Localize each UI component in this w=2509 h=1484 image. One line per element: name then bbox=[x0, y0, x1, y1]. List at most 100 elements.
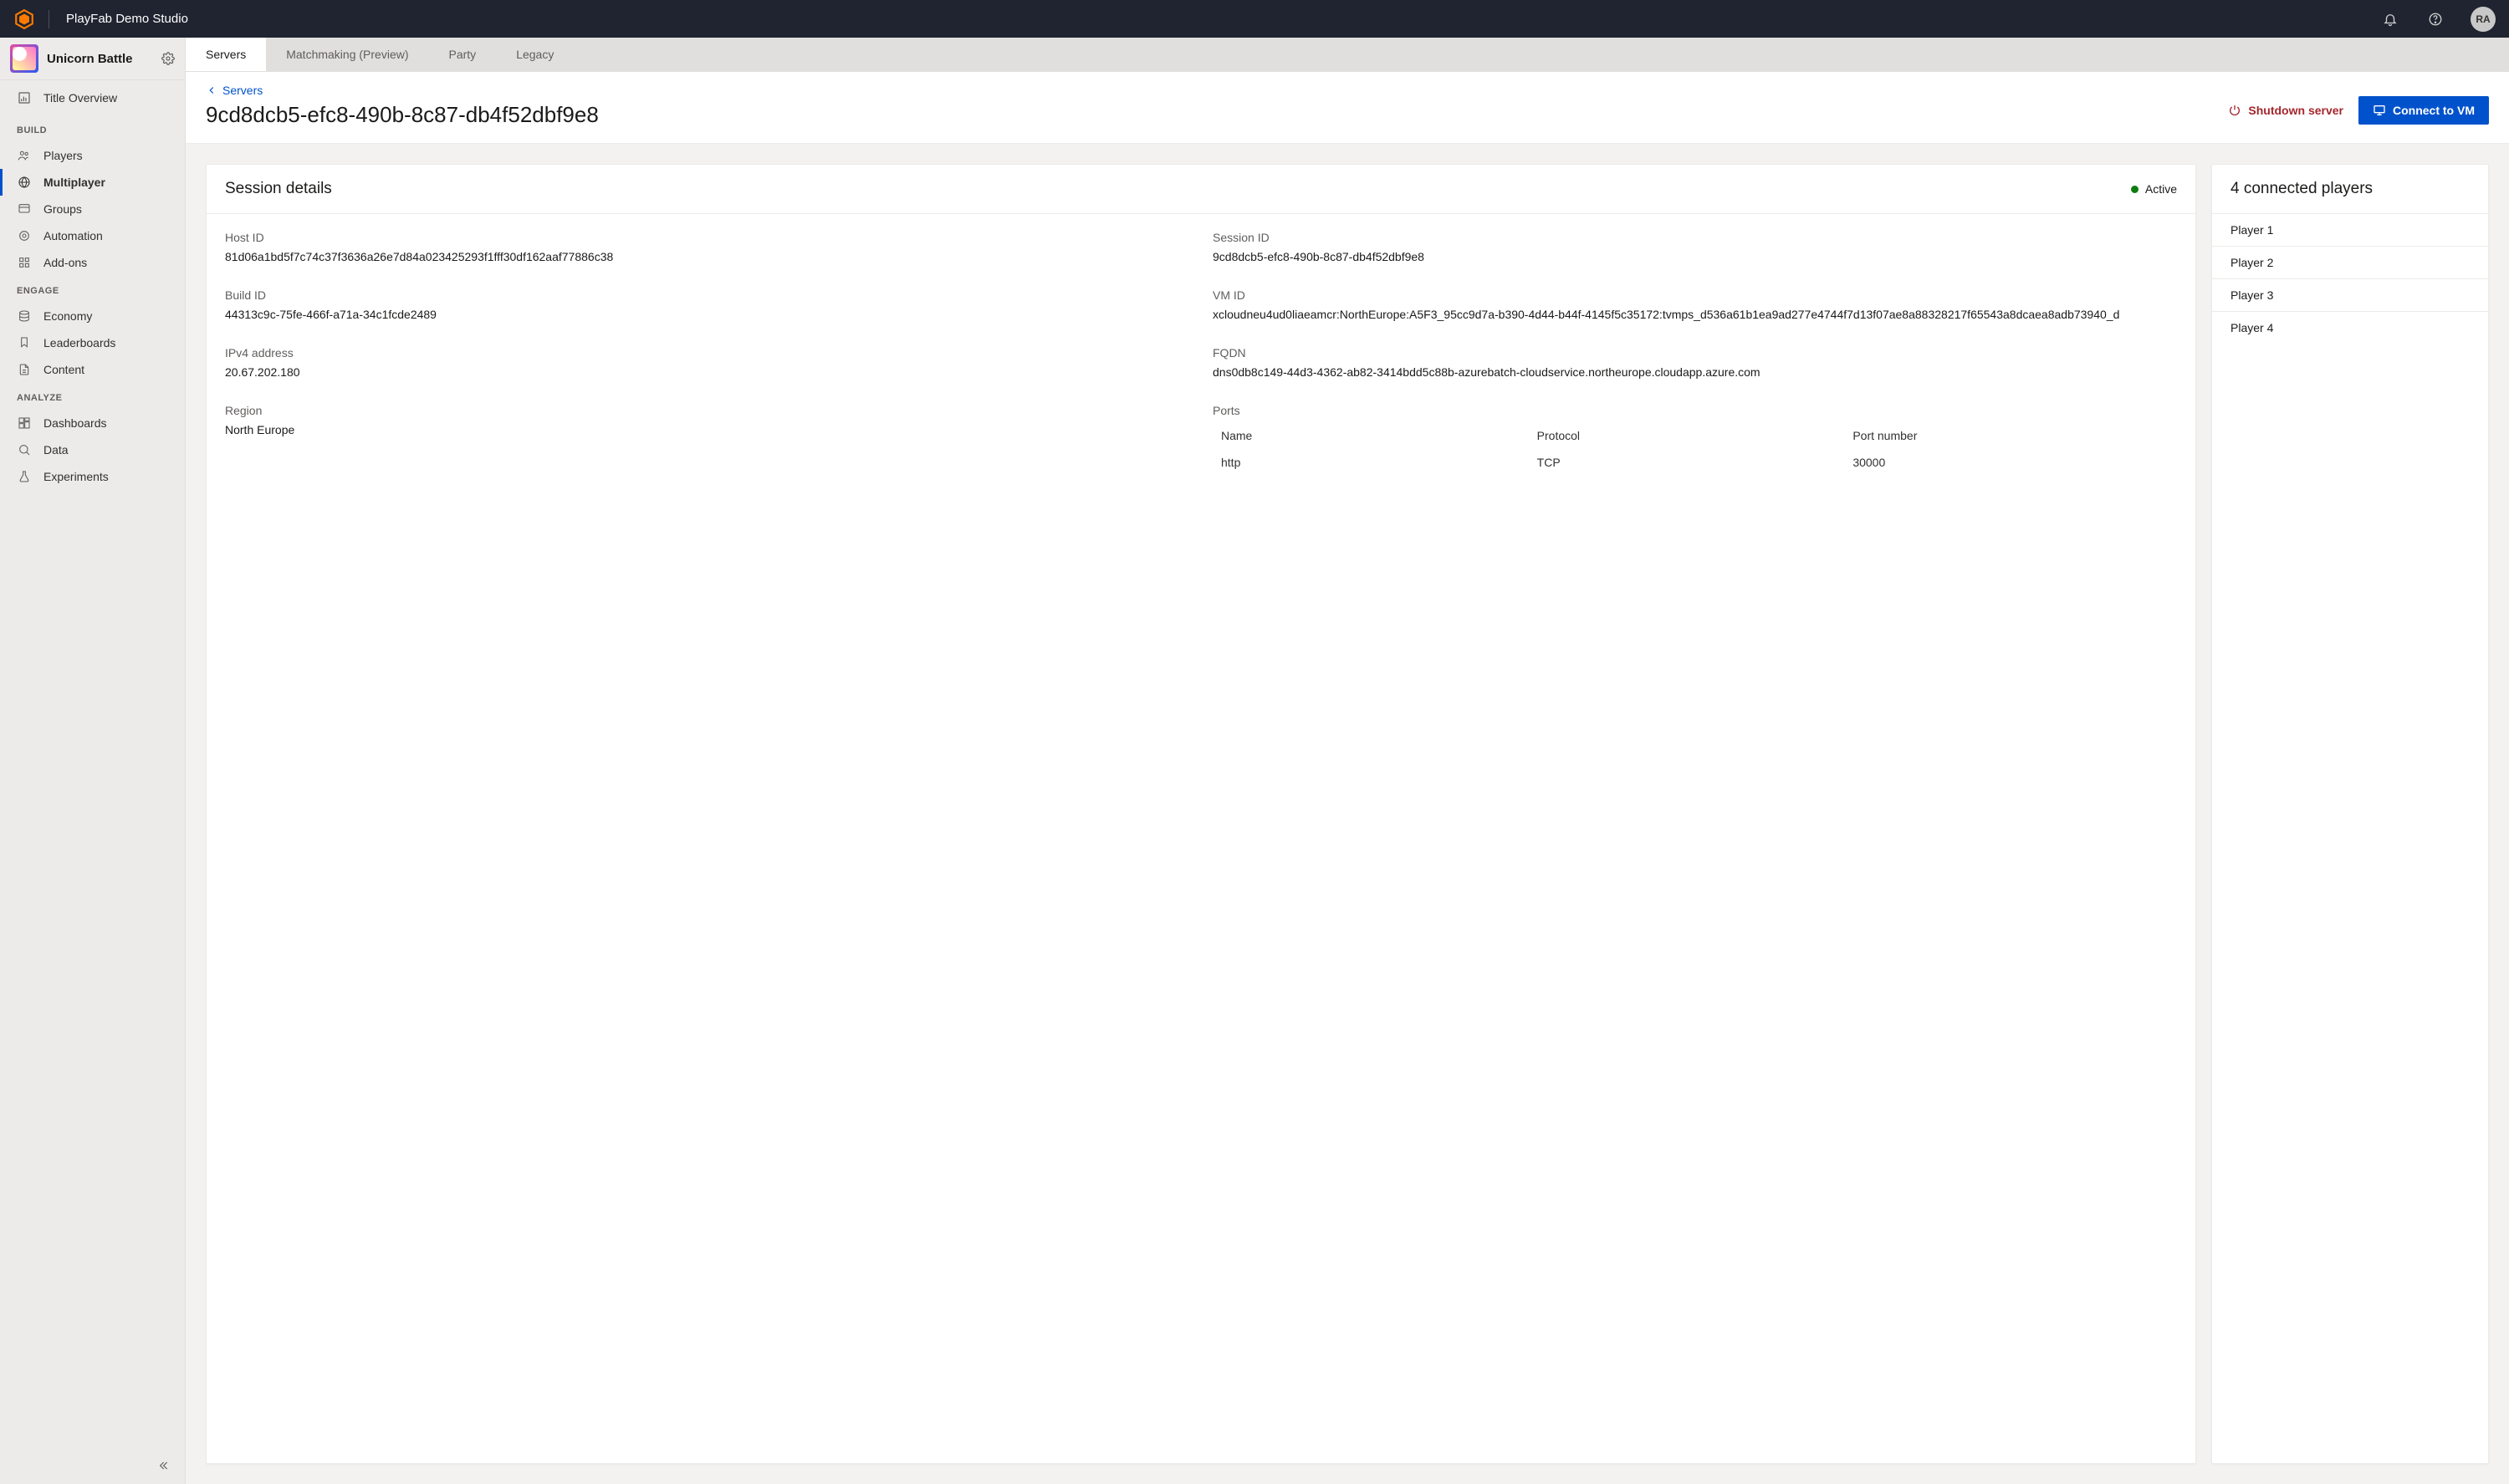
sidebar-item-data[interactable]: Data bbox=[0, 436, 185, 463]
sidebar-item-label: Dashboards bbox=[43, 416, 107, 430]
breadcrumb[interactable]: Servers bbox=[206, 84, 2211, 97]
detail-label: IPv4 address bbox=[225, 346, 1189, 360]
help-icon[interactable] bbox=[2427, 11, 2444, 28]
detail-label: Session ID bbox=[1213, 231, 2177, 244]
economy-icon bbox=[17, 309, 32, 324]
cell-protocol: TCP bbox=[1537, 456, 1853, 469]
sidebar-item-label: Economy bbox=[43, 309, 92, 323]
players-icon bbox=[17, 148, 32, 163]
sidebar-item-groups[interactable]: Groups bbox=[0, 196, 185, 222]
sidebar-item-label: Content bbox=[43, 363, 84, 376]
globe-icon bbox=[17, 175, 32, 190]
detail-label: Ports bbox=[1213, 404, 2177, 417]
sidebar-item-label: Players bbox=[43, 149, 83, 162]
table-row: http TCP 30000 bbox=[1213, 449, 2177, 476]
detail-value: 81d06a1bd5f7c74c37f3636a26e7d84a02342529… bbox=[225, 249, 1189, 265]
sidebar-item-economy[interactable]: Economy bbox=[0, 303, 185, 329]
sidebar-item-multiplayer[interactable]: Multiplayer bbox=[0, 169, 185, 196]
collapse-sidebar-icon[interactable] bbox=[156, 1459, 170, 1472]
detail-region: Region North Europe bbox=[225, 404, 1189, 476]
detail-value: xcloudneu4ud0liaeamcr:NorthEurope:A5F3_9… bbox=[1213, 307, 2177, 323]
addons-icon bbox=[17, 255, 32, 270]
card-title: 4 connected players bbox=[2231, 180, 2373, 198]
connected-players-card: 4 connected players Player 1 Player 2 Pl… bbox=[2211, 164, 2489, 1464]
playfab-logo-icon bbox=[13, 8, 35, 30]
sidebar-item-dashboards[interactable]: Dashboards bbox=[0, 410, 185, 436]
table-header: Name Protocol Port number bbox=[1213, 422, 2177, 449]
player-row[interactable]: Player 4 bbox=[2212, 311, 2488, 344]
status-badge: Active bbox=[2131, 182, 2177, 196]
sidebar-item-addons[interactable]: Add-ons bbox=[0, 249, 185, 276]
detail-host-id: Host ID 81d06a1bd5f7c74c37f3636a26e7d84a… bbox=[225, 231, 1189, 265]
player-row[interactable]: Player 2 bbox=[2212, 246, 2488, 278]
sidebar-item-players[interactable]: Players bbox=[0, 142, 185, 169]
monitor-icon bbox=[2373, 104, 2386, 117]
cell-name: http bbox=[1221, 456, 1537, 469]
player-row[interactable]: Player 3 bbox=[2212, 278, 2488, 311]
col-name: Name bbox=[1221, 429, 1537, 442]
power-icon bbox=[2228, 104, 2241, 117]
section-label-engage: ENGAGE bbox=[0, 276, 185, 303]
section-label-analyze: ANALYZE bbox=[0, 383, 185, 410]
sidebar-item-experiments[interactable]: Experiments bbox=[0, 463, 185, 490]
topbar: PlayFab Demo Studio RA bbox=[0, 0, 2509, 38]
player-row[interactable]: Player 1 bbox=[2212, 213, 2488, 246]
sidebar-item-automation[interactable]: Automation bbox=[0, 222, 185, 249]
tab-servers[interactable]: Servers bbox=[186, 38, 266, 71]
experiments-icon bbox=[17, 469, 32, 484]
connect-label: Connect to VM bbox=[2393, 104, 2475, 117]
tab-party[interactable]: Party bbox=[429, 38, 497, 71]
leaderboards-icon bbox=[17, 335, 32, 350]
ports-table: Name Protocol Port number http TCP 30000 bbox=[1213, 422, 2177, 476]
detail-value: dns0db8c149-44d3-4362-ab82-3414bdd5c88b-… bbox=[1213, 365, 2177, 380]
sidebar-item-label: Experiments bbox=[43, 470, 109, 483]
detail-label: Region bbox=[225, 404, 1189, 417]
tab-legacy[interactable]: Legacy bbox=[496, 38, 574, 71]
sidebar-item-label: Leaderboards bbox=[43, 336, 115, 349]
notifications-icon[interactable] bbox=[2382, 11, 2399, 28]
groups-icon bbox=[17, 201, 32, 217]
detail-value: 20.67.202.180 bbox=[225, 365, 1189, 380]
sidebar-item-label: Multiplayer bbox=[43, 176, 105, 189]
detail-session-id: Session ID 9cd8dcb5-efc8-490b-8c87-db4f5… bbox=[1213, 231, 2177, 265]
detail-value: 44313c9c-75fe-466f-a71a-34c1fcde2489 bbox=[225, 307, 1189, 323]
shutdown-label: Shutdown server bbox=[2248, 104, 2343, 117]
sidebar-item-content[interactable]: Content bbox=[0, 356, 185, 383]
sidebar-item-label: Automation bbox=[43, 229, 103, 242]
detail-fqdn: FQDN dns0db8c149-44d3-4362-ab82-3414bdd5… bbox=[1213, 346, 2177, 380]
detail-ports: Ports Name Protocol Port number http TCP bbox=[1213, 404, 2177, 476]
tab-matchmaking[interactable]: Matchmaking (Preview) bbox=[266, 38, 428, 71]
gear-icon[interactable] bbox=[161, 52, 175, 65]
tabs: Servers Matchmaking (Preview) Party Lega… bbox=[186, 38, 2509, 72]
section-label-build: BUILD bbox=[0, 115, 185, 142]
detail-ipv4: IPv4 address 20.67.202.180 bbox=[225, 346, 1189, 380]
col-protocol: Protocol bbox=[1537, 429, 1853, 442]
sidebar-item-label: Add-ons bbox=[43, 256, 87, 269]
sidebar: Unicorn Battle Title Overview BUILD Play… bbox=[0, 38, 186, 1484]
shutdown-server-button[interactable]: Shutdown server bbox=[2228, 104, 2343, 117]
user-avatar[interactable]: RA bbox=[2471, 7, 2496, 32]
status-label: Active bbox=[2145, 182, 2177, 196]
detail-build-id: Build ID 44313c9c-75fe-466f-a71a-34c1fcd… bbox=[225, 288, 1189, 323]
detail-label: Build ID bbox=[225, 288, 1189, 302]
dashboards-icon bbox=[17, 416, 32, 431]
session-details-card: Session details Active Host ID 81d06a1bd… bbox=[206, 164, 2196, 1464]
detail-value: 9cd8dcb5-efc8-490b-8c87-db4f52dbf9e8 bbox=[1213, 249, 2177, 265]
sidebar-item-label: Data bbox=[43, 443, 69, 456]
detail-label: FQDN bbox=[1213, 346, 2177, 360]
content-icon bbox=[17, 362, 32, 377]
automation-icon bbox=[17, 228, 32, 243]
sidebar-item-label: Title Overview bbox=[43, 91, 117, 105]
game-header: Unicorn Battle bbox=[0, 38, 185, 80]
sidebar-item-leaderboards[interactable]: Leaderboards bbox=[0, 329, 185, 356]
detail-value: North Europe bbox=[225, 422, 1189, 438]
sidebar-item-title-overview[interactable]: Title Overview bbox=[0, 80, 185, 115]
status-dot-icon bbox=[2131, 186, 2139, 193]
cell-port: 30000 bbox=[1852, 456, 2169, 469]
connect-to-vm-button[interactable]: Connect to VM bbox=[2358, 96, 2489, 125]
col-port: Port number bbox=[1852, 429, 2169, 442]
game-thumbnail bbox=[10, 44, 38, 73]
card-title: Session details bbox=[225, 180, 332, 198]
overview-icon bbox=[17, 90, 32, 105]
sidebar-item-label: Groups bbox=[43, 202, 82, 216]
